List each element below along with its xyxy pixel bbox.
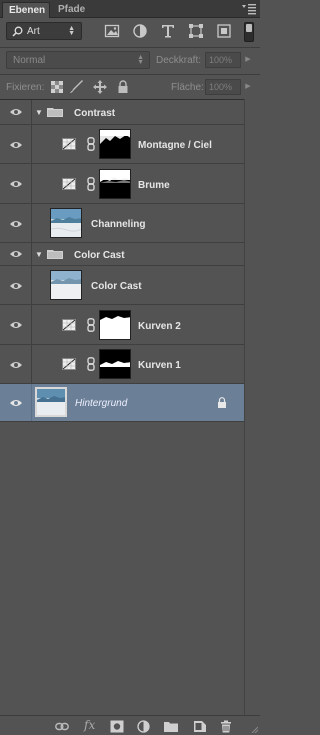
layer-name: Kurven 2: [138, 321, 181, 332]
eye-icon[interactable]: [10, 140, 22, 150]
eye-icon[interactable]: [10, 107, 22, 117]
collapse-arrow-icon[interactable]: ▼: [35, 250, 43, 259]
panel-tab-bar: Ebenen Pfade: [0, 0, 260, 18]
layer-mask-thumbnail[interactable]: [99, 310, 131, 340]
opacity-label: Deckkraft:: [156, 55, 202, 66]
eye-icon[interactable]: [10, 281, 22, 291]
collapse-arrow-icon[interactable]: ▼: [35, 108, 43, 117]
link-chain-icon[interactable]: [87, 318, 95, 332]
fx-icon[interactable]: fx: [84, 718, 100, 732]
adjustment-layer-icon[interactable]: [137, 720, 151, 733]
layer-brume[interactable]: Brume: [0, 164, 244, 204]
layer-hintergrund[interactable]: Hintergrund: [0, 384, 244, 422]
layer-name: Channeling: [91, 219, 146, 230]
eye-icon[interactable]: [10, 398, 22, 408]
blend-mode-value: Normal: [13, 55, 46, 66]
layer-filter-row: Art ▲ ▼: [0, 18, 260, 46]
link-chain-icon[interactable]: [87, 357, 95, 371]
layer-color-cast[interactable]: Color Cast: [0, 266, 244, 305]
link-chain-icon[interactable]: [87, 177, 95, 191]
pixel-filter-icon[interactable]: [104, 23, 120, 39]
opacity-dropdown-icon[interactable]: ▶: [242, 52, 254, 68]
curves-adjustment-icon: [62, 138, 76, 150]
folder-icon: [47, 108, 63, 117]
layer-name: Brume: [138, 180, 170, 191]
tab-pfade[interactable]: Pfade: [52, 2, 91, 18]
layer-name: Montagne / Ciel: [138, 140, 212, 151]
layer-group-color-cast[interactable]: ▼ Color Cast: [0, 243, 244, 266]
blend-mode-select[interactable]: Normal ▲ ▼: [6, 51, 150, 69]
link-chain-icon[interactable]: [87, 137, 95, 151]
layer-name: Hintergrund: [75, 398, 128, 409]
layer-montagne-ciel[interactable]: Montagne / Ciel: [0, 125, 244, 164]
eye-icon[interactable]: [10, 179, 22, 189]
type-filter-icon[interactable]: [160, 23, 176, 39]
layer-image-thumbnail[interactable]: [50, 208, 82, 238]
resize-grip-icon[interactable]: [250, 725, 258, 733]
add-mask-icon[interactable]: [110, 720, 124, 733]
filter-kind-label: Art: [27, 26, 40, 37]
layer-name: Contrast: [74, 108, 116, 119]
filter-toggle-switch[interactable]: [244, 22, 254, 42]
lock-position-icon[interactable]: [93, 80, 107, 94]
layers-bottom-toolbar: fx: [0, 715, 260, 735]
lock-transparent-icon[interactable]: [50, 80, 64, 94]
layers-scrollbar[interactable]: [244, 99, 260, 715]
layer-kurven-2[interactable]: Kurven 2: [0, 305, 244, 345]
curves-adjustment-icon: [62, 358, 76, 370]
layer-kurven-1[interactable]: Kurven 1: [0, 345, 244, 384]
eye-icon[interactable]: [10, 219, 22, 229]
layer-mask-thumbnail[interactable]: [99, 349, 131, 379]
adjustment-filter-icon[interactable]: [132, 23, 148, 39]
layer-mask-thumbnail[interactable]: [99, 129, 131, 159]
curves-adjustment-icon: [62, 178, 76, 190]
tab-ebenen[interactable]: Ebenen: [2, 2, 50, 18]
smart-object-filter-icon[interactable]: [216, 23, 232, 39]
layer-image-thumbnail[interactable]: [35, 387, 67, 417]
fill-dropdown-icon[interactable]: ▶: [242, 79, 254, 95]
link-layers-icon[interactable]: [55, 720, 69, 733]
fill-field[interactable]: 100%: [205, 79, 241, 95]
lock-all-icon[interactable]: [116, 80, 130, 94]
chevron-updown-icon: ▲ ▼: [137, 54, 144, 66]
curves-adjustment-icon: [62, 319, 76, 331]
eye-icon[interactable]: [10, 320, 22, 330]
new-group-icon[interactable]: [164, 720, 178, 733]
shape-filter-icon[interactable]: [188, 23, 204, 39]
blend-opacity-row: Normal ▲ ▼ Deckkraft: 100% ▶: [0, 48, 260, 72]
layer-image-thumbnail[interactable]: [50, 270, 82, 300]
eye-icon[interactable]: [10, 249, 22, 259]
lock-icon: [218, 397, 226, 408]
opacity-field[interactable]: 100%: [205, 52, 241, 68]
folder-icon: [47, 250, 63, 259]
layer-name: Kurven 1: [138, 360, 181, 371]
eye-icon[interactable]: [10, 360, 22, 370]
search-icon: [12, 26, 23, 37]
new-layer-icon[interactable]: [193, 720, 207, 733]
layers-list: ▼ Contrast Montagne / Ciel Brume Channel…: [0, 99, 260, 715]
layer-name: Color Cast: [91, 281, 142, 292]
fill-label: Fläche:: [171, 82, 204, 93]
layer-channeling[interactable]: Channeling: [0, 204, 244, 243]
lock-row: Fixieren: Fläche: 100% ▶: [0, 76, 260, 98]
layer-mask-thumbnail[interactable]: [99, 169, 131, 199]
chevron-updown-icon: ▲ ▼: [68, 25, 75, 37]
layer-name: Color Cast: [74, 250, 125, 261]
trash-icon[interactable]: [219, 720, 233, 733]
filter-kind-select[interactable]: Art ▲ ▼: [6, 22, 82, 40]
lock-image-icon[interactable]: [70, 80, 84, 94]
lock-label: Fixieren:: [6, 82, 45, 93]
layer-group-contrast[interactable]: ▼ Contrast: [0, 100, 244, 125]
panel-menu-icon[interactable]: [242, 3, 256, 15]
